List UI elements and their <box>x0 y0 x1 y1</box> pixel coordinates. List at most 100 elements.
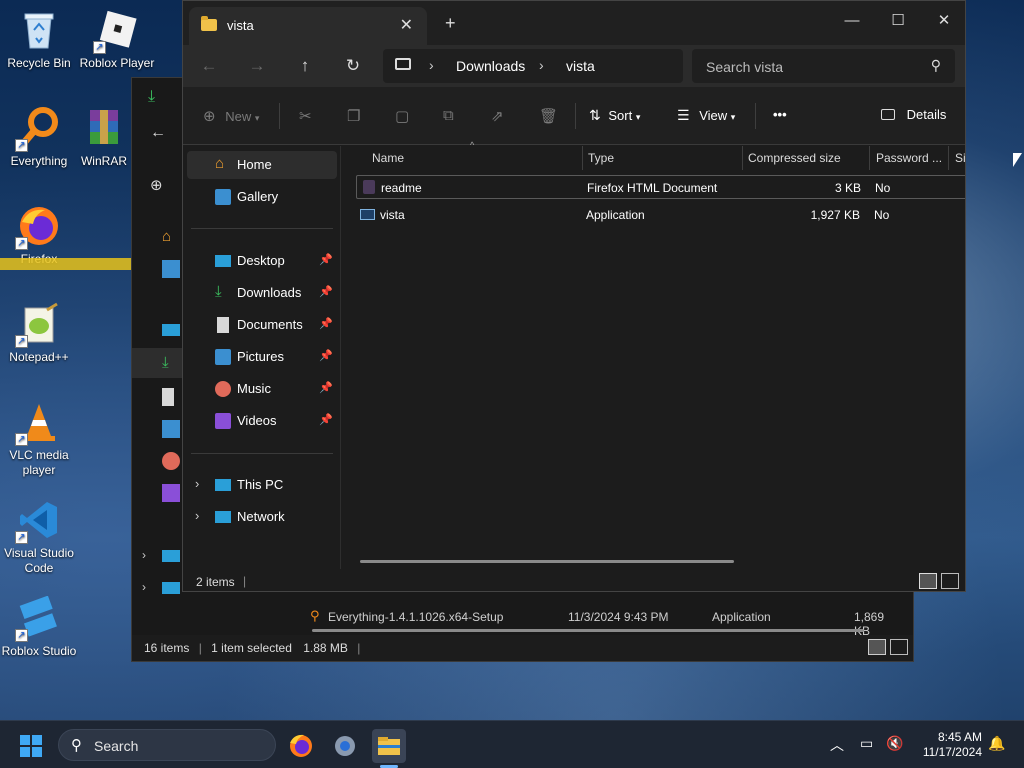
horizontal-scrollbar[interactable] <box>312 629 864 632</box>
firefox-icon <box>290 734 312 757</box>
this-pc-expand-chevron[interactable]: › <box>142 548 146 562</box>
notification-bell-icon[interactable]: 🔔 <box>988 735 1005 752</box>
column-divider[interactable] <box>582 146 583 170</box>
paste-icon[interactable]: ▢ <box>395 107 409 125</box>
taskbar-firefox-button[interactable] <box>284 729 318 763</box>
sidebar-item-music[interactable]: Music 📌 <box>187 375 337 403</box>
details-pane-button[interactable]: Details <box>881 107 946 122</box>
taskbar-file-explorer-button[interactable] <box>372 729 406 768</box>
sidebar-item-pictures[interactable]: Pictures 📌 <box>187 343 337 371</box>
pictures-icon[interactable] <box>162 420 180 438</box>
table-row[interactable]: ⚲ Everything-1.4.1.1026.x64-Setup 11/3/2… <box>308 605 884 638</box>
sort-button[interactable]: ⇅ Sort ▾ <box>589 107 640 124</box>
up-button[interactable]: ↑ <box>291 54 319 78</box>
maximize-button[interactable]: ☐ <box>875 7 921 35</box>
share-icon[interactable]: ⇗ <box>491 107 504 125</box>
column-header-type[interactable]: Type <box>588 146 614 170</box>
tiles-view-button[interactable] <box>890 639 908 655</box>
network-tray-icon[interactable]: ▭ <box>860 735 873 752</box>
details-view-button[interactable] <box>868 639 886 655</box>
show-hidden-icons-chevron[interactable]: ︿ <box>830 735 844 755</box>
table-row[interactable]: readme Firefox HTML Document 3 KB No <box>356 175 965 199</box>
sidebar-item-label: Music <box>237 381 271 396</box>
close-window-button[interactable]: ✕ <box>921 7 965 35</box>
horizontal-scrollbar[interactable] <box>360 560 734 563</box>
more-options-button[interactable]: ••• <box>773 107 787 122</box>
copy-icon[interactable]: ❐ <box>347 107 360 125</box>
new-tab-button[interactable]: + <box>445 13 456 34</box>
desktop-icon-roblox-player[interactable]: ↗ Roblox Player <box>78 8 156 71</box>
desktop-icon-notepad-plus-plus[interactable]: ↗ Notepad++ <box>0 302 78 365</box>
details-view-button[interactable] <box>919 573 937 589</box>
back-button[interactable]: ← <box>150 124 166 142</box>
chevron-down-icon: ▾ <box>254 113 260 123</box>
tab-vista[interactable]: vista ✕ <box>189 7 427 45</box>
delete-icon[interactable]: 🗑 <box>539 107 558 125</box>
cut-icon[interactable]: ✂ <box>299 107 312 125</box>
search-input[interactable]: Search vista ⚲ <box>692 49 955 83</box>
sidebar-item-this-pc[interactable]: › This PC <box>187 471 337 499</box>
desktop-icon-roblox-studio[interactable]: ↗ Roblox Studio <box>0 595 78 659</box>
pin-icon[interactable]: 📌 <box>319 413 333 426</box>
file-password: No <box>874 208 890 222</box>
desktop-icon[interactable] <box>162 324 180 336</box>
breadcrumb-downloads[interactable]: Downloads <box>456 58 525 74</box>
downloads-icon[interactable]: ⤓ <box>162 354 180 372</box>
minimize-button[interactable]: — <box>829 7 875 35</box>
explorer-window[interactable]: vista ✕ + — ☐ ✕ ← → ↑ ↻ › Downloads › vi… <box>182 0 966 592</box>
column-header-size[interactable]: Si <box>955 146 965 170</box>
volume-muted-icon[interactable]: 🔇 <box>886 735 903 752</box>
gallery-icon[interactable] <box>162 260 180 278</box>
close-tab-icon[interactable]: ✕ <box>400 15 413 35</box>
tiles-view-button[interactable] <box>941 573 959 589</box>
sidebar-item-videos[interactable]: Videos 📌 <box>187 407 337 435</box>
taskbar-search-input[interactable]: ⚲ Search <box>58 729 276 761</box>
sidebar-item-documents[interactable]: Documents 📌 <box>187 311 337 339</box>
pin-icon[interactable]: 📌 <box>319 381 333 394</box>
title-bar[interactable]: vista ✕ + — ☐ ✕ <box>183 1 965 45</box>
sidebar-item-gallery[interactable]: Gallery <box>187 183 337 211</box>
clock[interactable]: 8:45 AM 11/17/2024 <box>923 730 982 760</box>
chevron-right-icon[interactable]: › <box>195 476 199 491</box>
forward-button[interactable]: → <box>243 54 271 78</box>
new-button[interactable]: ⊕ New ▾ <box>203 107 259 125</box>
videos-icon[interactable] <box>162 484 180 502</box>
pin-icon[interactable]: 📌 <box>319 317 333 330</box>
desktop-icon-vscode[interactable]: ↗ Visual Studio Code <box>0 498 78 576</box>
rename-icon[interactable]: ⧉ <box>443 107 454 124</box>
breadcrumb[interactable]: › Downloads › vista <box>383 49 683 83</box>
chevron-right-icon[interactable]: › <box>195 508 199 523</box>
desktop-icon-recycle-bin[interactable]: Recycle Bin <box>0 8 78 71</box>
column-header-password[interactable]: Password ... <box>876 146 942 170</box>
column-header-name[interactable]: Name <box>372 146 404 170</box>
column-divider[interactable] <box>742 146 743 170</box>
file-name: Everything-1.4.1.1026.x64-Setup <box>328 610 504 624</box>
sidebar-item-home[interactable]: ⌂ Home <box>187 151 337 179</box>
music-icon[interactable] <box>162 452 180 470</box>
pin-icon[interactable]: 📌 <box>319 285 333 298</box>
desktop-icon-winrar[interactable]: WinRAR <box>74 106 134 169</box>
pin-icon[interactable]: 📌 <box>319 253 333 266</box>
column-divider[interactable] <box>869 146 870 170</box>
back-button[interactable]: ← <box>195 54 223 78</box>
refresh-button[interactable]: ↻ <box>339 54 367 78</box>
network-expand-chevron[interactable]: › <box>142 580 146 594</box>
sidebar-item-downloads[interactable]: ⤓ Downloads 📌 <box>187 279 337 307</box>
breadcrumb-vista[interactable]: vista <box>566 58 595 74</box>
file-size: 1,869 KB <box>854 610 885 638</box>
sidebar-item-network[interactable]: › Network <box>187 503 337 531</box>
taskbar-settings-button[interactable] <box>328 729 362 763</box>
sidebar-item-desktop[interactable]: Desktop 📌 <box>187 247 337 275</box>
documents-icon[interactable] <box>162 388 174 406</box>
column-divider[interactable] <box>948 146 949 170</box>
network-icon[interactable] <box>162 582 180 594</box>
this-pc-icon[interactable] <box>162 550 180 562</box>
table-row[interactable]: vista Application 1,927 KB No <box>356 203 965 227</box>
desktop-icon-vlc[interactable]: ↗ VLC media player <box>0 400 78 478</box>
home-icon[interactable]: ⌂ <box>162 228 180 246</box>
pin-icon[interactable]: 📌 <box>319 349 333 362</box>
column-header-compressed-size[interactable]: Compressed size <box>748 146 841 170</box>
view-button[interactable]: ☰ View ▾ <box>677 107 735 124</box>
desktop-icon-everything[interactable]: ↗ Everything <box>0 106 78 169</box>
start-button[interactable] <box>20 735 42 757</box>
